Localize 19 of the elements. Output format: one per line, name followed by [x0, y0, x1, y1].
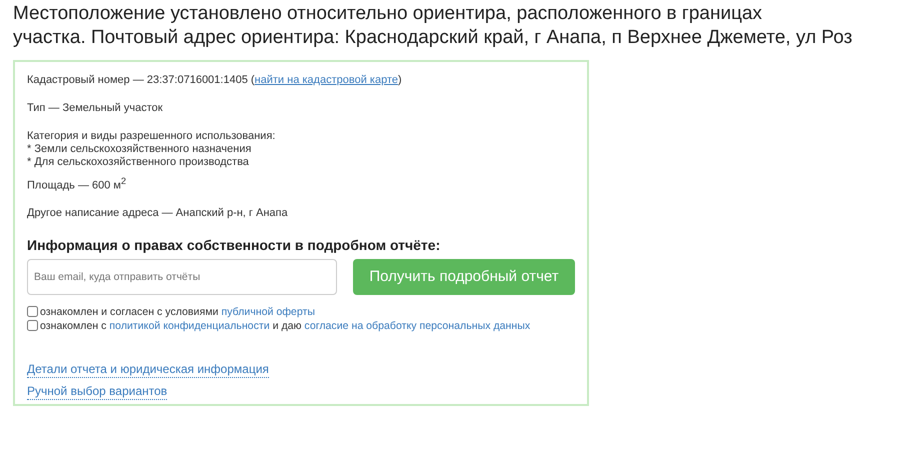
agreement-checkbox[interactable]	[27, 320, 38, 332]
rights-heading: Информация о правах собственности в подробном отчёте:	[27, 236, 442, 253]
area-text: Площадь — 600 м$^{2}$	[27, 175, 128, 193]
details-link[interactable]: Детали отчета и юридическая информация	[27, 362, 269, 378]
details-link[interactable]: Ручной выбор вариантов	[27, 384, 168, 400]
cadastral-map-link[interactable]: найти на кадастровой карте	[254, 74, 398, 86]
agreement-link[interactable]: политикой конфиденциальности	[109, 320, 270, 332]
address-heading: Местоположение установлено относительно ориентира, расположенного в границах участка. Почтовый адрес ориентира: Краснодарский край, г Анапа, п Верхнее Джемете, ул Роз	[13, 2, 854, 50]
email-field[interactable]: Ваш email, куда отправить отчёты	[27, 258, 337, 295]
get-report-button[interactable]: Получить подробный отчет	[353, 258, 575, 295]
agreement-text: ознакомлен и согласен с условиями публичной оферты	[40, 306, 315, 318]
alternate-address: Другое написание адреса — Анапский р-н, г Анапа	[27, 206, 289, 220]
property-type: Тип — Земельный участок	[27, 102, 164, 115]
land-category: Категория и виды разрешенного использования: * Земли сельскохозяйственного назначения * Для сельскохозяйственного производства	[27, 130, 276, 169]
agreement-checkbox[interactable]	[27, 306, 38, 318]
cadastral-number: Кадастровый номер — 23:37:0716001:1405 (найти на кадастровой карте)	[27, 74, 403, 87]
agreement-link[interactable]: публичной оферты	[221, 306, 315, 318]
agreement-link[interactable]: согласие на обработку персональных данных	[304, 320, 530, 332]
agreement-text: ознакомлен с политикой конфиденциальности и даю согласие на обработку персональных данных	[40, 320, 530, 332]
